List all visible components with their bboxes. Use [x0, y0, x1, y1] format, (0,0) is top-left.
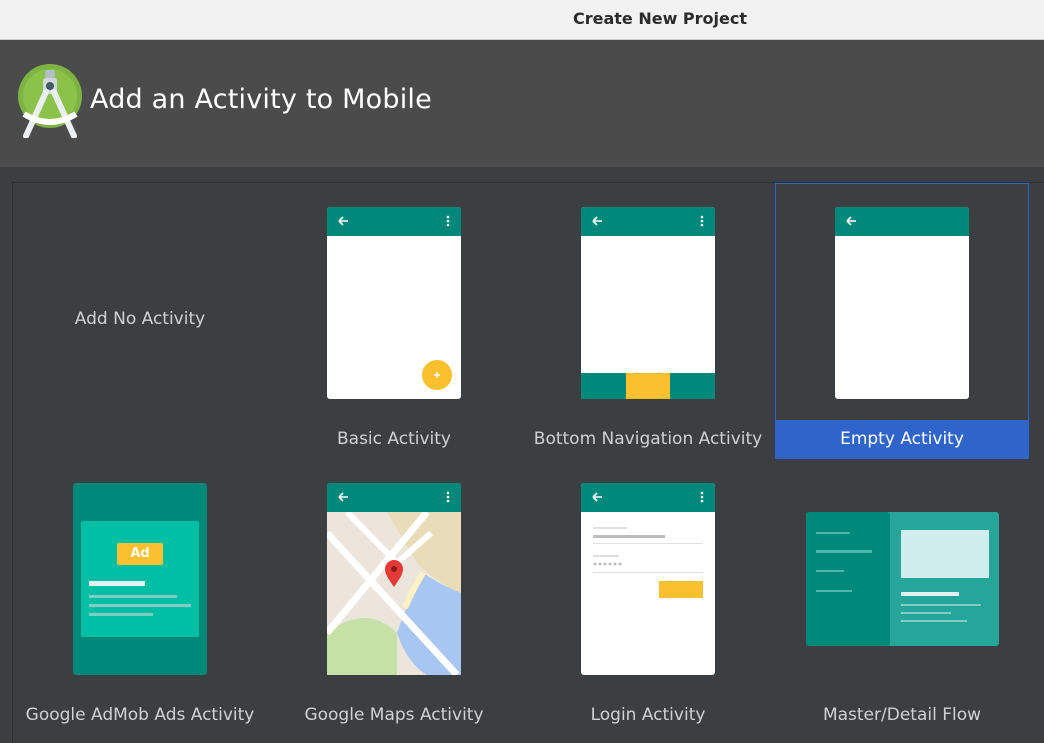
ad-badge: Ad [130, 546, 150, 561]
master-detail-thumbnail [806, 512, 999, 646]
empty-activity-thumbnail [835, 207, 969, 399]
template-label: Basic Activity [337, 429, 451, 449]
template-empty-activity[interactable]: Empty Activity [775, 183, 1029, 459]
page-title: Add an Activity to Mobile [90, 84, 432, 115]
template-label: Bottom Navigation Activity [533, 429, 763, 449]
overflow-menu-icon [446, 491, 450, 503]
template-login-activity[interactable]: Login Activity [521, 459, 775, 735]
template-label: Empty Activity [776, 420, 1028, 458]
wizard-header: Add an Activity to Mobile [0, 40, 1044, 167]
template-master-detail-flow[interactable]: Master/Detail Flow [775, 459, 1029, 735]
bottom-navigation-thumbnail [581, 207, 715, 399]
admob-thumbnail [73, 483, 207, 675]
overflow-menu-icon [700, 491, 704, 503]
template-add-no-activity[interactable]: Add No Activity [13, 183, 267, 459]
template-label: Add No Activity [74, 309, 206, 329]
template-label: Master/Detail Flow [822, 705, 982, 725]
overflow-menu-icon [700, 215, 704, 227]
basic-activity-thumbnail [327, 207, 461, 399]
fab-add-icon [422, 360, 452, 390]
window-title: Create New Project [572, 9, 748, 28]
template-google-admob-ads-activity[interactable]: Ad Google AdMob Ads Activity [13, 459, 267, 735]
overflow-menu-icon [446, 215, 450, 227]
android-studio-logo-icon [18, 64, 82, 138]
maps-thumbnail [327, 483, 461, 675]
template-basic-activity[interactable]: Basic Activity [267, 183, 521, 459]
template-bottom-navigation-activity[interactable]: Bottom Navigation Activity [521, 183, 775, 459]
template-google-maps-activity[interactable]: Google Maps Activity [267, 459, 521, 735]
template-label: Google Maps Activity [304, 705, 484, 725]
template-gallery[interactable]: Add No Activity Basic Activity Bottom Na… [12, 182, 1044, 743]
template-label: Login Activity [590, 705, 706, 725]
login-thumbnail [581, 483, 715, 675]
template-label: Google AdMob Ads Activity [25, 705, 255, 725]
window-titlebar: Create New Project [0, 0, 1044, 40]
